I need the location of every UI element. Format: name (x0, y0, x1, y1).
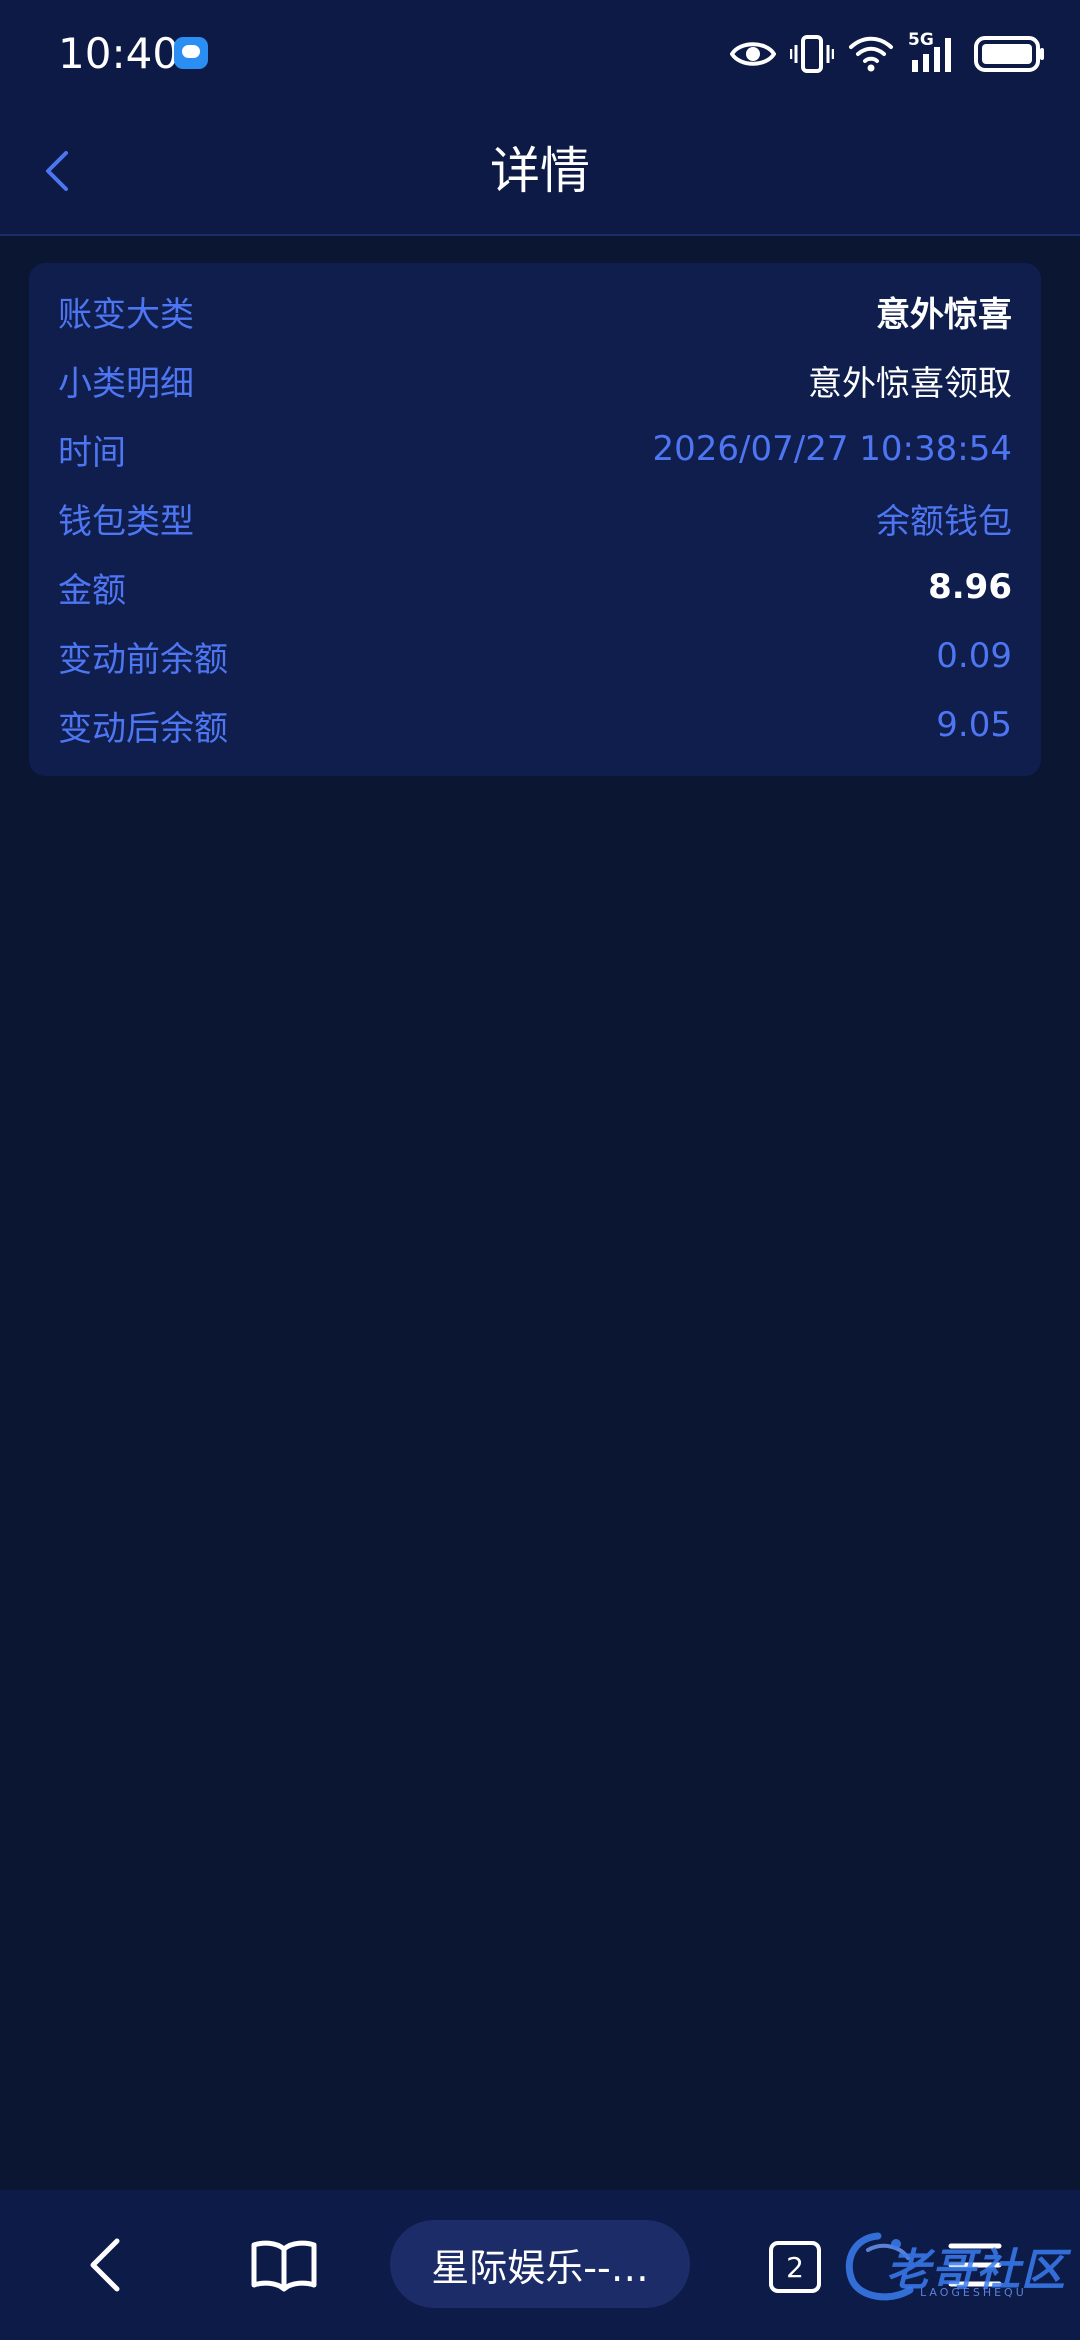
watermark-subtext: LAOGESHEQU (920, 2286, 1027, 2299)
detail-value: 2026/07/27 10:38:54 (652, 429, 1012, 469)
detail-value: 余额钱包 (876, 501, 1012, 542)
detail-label: 账变大类 (58, 294, 194, 335)
bookmarks-button[interactable] (246, 2230, 322, 2300)
tabs-button[interactable]: 2 (766, 2238, 824, 2296)
status-time: 10:40 (58, 29, 180, 78)
detail-row-time: 时间 2026/07/27 10:38:54 (58, 421, 1012, 477)
detail-label: 变动前余额 (58, 639, 228, 680)
detail-row-amount: 金额 8.96 (58, 559, 1012, 615)
detail-label: 变动后余额 (58, 708, 228, 749)
back-arrow-icon (90, 2238, 120, 2292)
detail-value: 意外惊喜 (876, 294, 1012, 335)
nav-bar: 详情 (0, 108, 1080, 234)
signal-icon: 5G (908, 30, 960, 74)
tab-count: 2 (786, 2250, 804, 2284)
detail-value: 0.09 (936, 636, 1012, 676)
page-title-in-address-bar: 星际娱乐--… (431, 2245, 649, 2290)
detail-label: 钱包类型 (58, 501, 194, 542)
watermark: 老哥社区 LAOGESHEQU (838, 2226, 1068, 2306)
book-icon (251, 2240, 317, 2292)
detail-label: 时间 (58, 432, 126, 473)
detail-row-balance-before: 变动前余额 0.09 (58, 628, 1012, 684)
detail-value: 9.05 (936, 705, 1012, 745)
address-bar[interactable]: 星际娱乐--… (390, 2220, 690, 2308)
top-area: 10:40 5G 详情 (0, 0, 1080, 236)
eye-icon (730, 42, 776, 66)
detail-row-subcategory: 小类明细 意外惊喜领取 (58, 352, 1012, 408)
detail-row-wallet-type: 钱包类型 余额钱包 (58, 490, 1012, 546)
detail-value: 8.96 (928, 567, 1012, 607)
detail-label: 小类明细 (58, 363, 194, 404)
message-icon (174, 37, 208, 69)
page-title: 详情 (490, 142, 590, 200)
detail-value: 意外惊喜领取 (808, 363, 1012, 404)
battery-icon (974, 36, 1044, 72)
vibrate-icon (790, 35, 834, 73)
detail-label: 金额 (58, 570, 126, 611)
tabs-icon: 2 (769, 2241, 821, 2293)
detail-row-balance-after: 变动后余额 9.05 (58, 697, 1012, 753)
detail-row-category: 账变大类 意外惊喜 (58, 283, 1012, 339)
browser-back-button[interactable] (70, 2230, 140, 2300)
status-icons: 5G (730, 30, 1046, 78)
wifi-icon (849, 36, 893, 72)
detail-card: 账变大类 意外惊喜 小类明细 意外惊喜领取 时间 2026/07/27 10:3… (29, 263, 1041, 776)
status-bar: 10:40 5G (0, 0, 1080, 108)
